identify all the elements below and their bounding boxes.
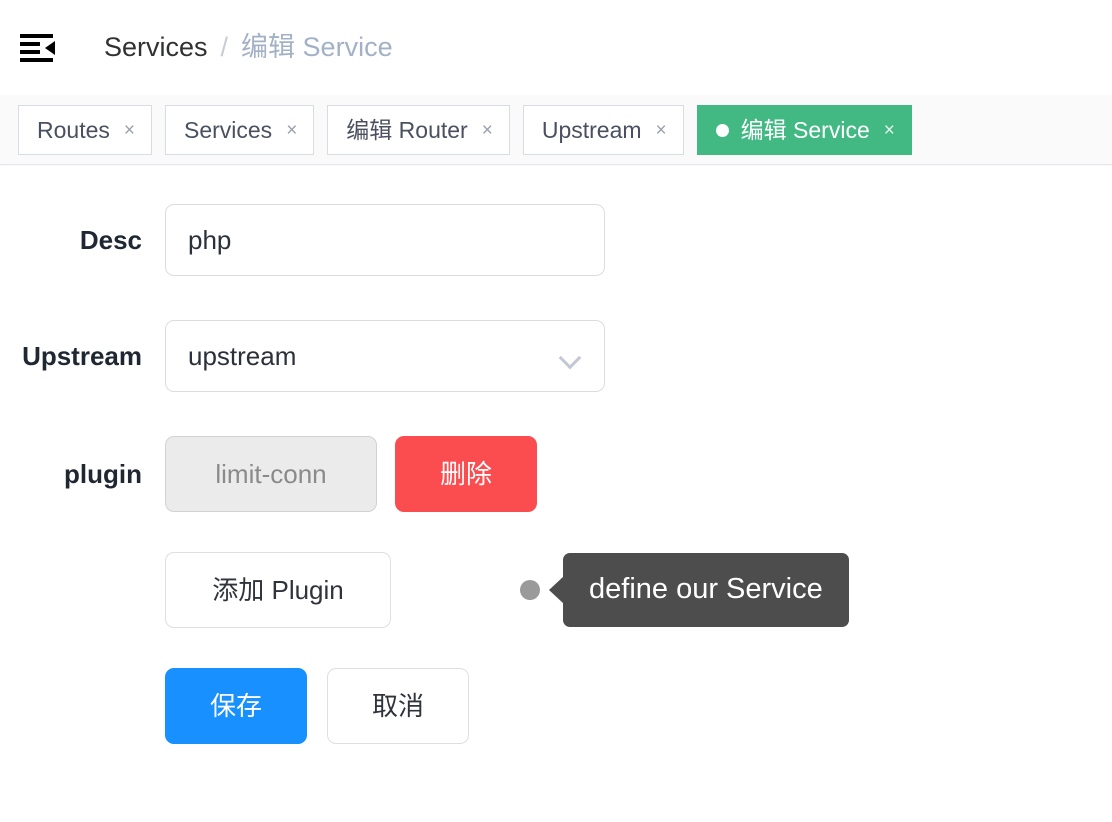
callout-arrow-icon (549, 576, 564, 604)
callout-anchor-dot-icon (520, 580, 540, 600)
close-icon[interactable]: × (884, 121, 895, 140)
tab-services[interactable]: Services × (164, 105, 315, 155)
callout-tooltip: define our Service (520, 552, 849, 628)
tab-label: Routes (37, 116, 110, 143)
plugin-label: plugin (64, 459, 142, 489)
form-row-desc: Desc (0, 204, 605, 276)
callout-text: define our Service (563, 553, 849, 627)
menu-fold-bar (20, 41, 40, 46)
menu-fold-arrow (45, 40, 55, 55)
form-row-plugin: plugin limit-conn 删除 (0, 436, 537, 512)
menu-fold-bar (20, 49, 40, 54)
upstream-selected-value: upstream (188, 341, 297, 371)
active-tab-dot-icon (715, 123, 729, 137)
breadcrumb-item-services[interactable]: Services (104, 34, 208, 61)
menu-fold-bar (20, 57, 53, 62)
tab-label: 编辑 Service (740, 116, 870, 143)
plugin-name-button[interactable]: limit-conn (165, 436, 377, 512)
tab-strip: Routes × Services × 编辑 Router × Upstream… (0, 95, 1112, 165)
form-row-actions: 保存 取消 (0, 668, 469, 744)
tab-label: Services (183, 116, 273, 143)
chevron-down-icon (560, 350, 582, 362)
tab-routes[interactable]: Routes × (18, 105, 152, 155)
upstream-label: Upstream (22, 341, 142, 371)
add-plugin-button[interactable]: 添加 Plugin (165, 552, 391, 628)
close-icon[interactable]: × (656, 121, 667, 140)
tab-list: Routes × Services × 编辑 Router × Upstream… (18, 105, 925, 155)
tab-label: 编辑 Router (346, 116, 468, 143)
tab-edit-router[interactable]: 编辑 Router × (327, 105, 510, 155)
form-row-add-plugin: 添加 Plugin (0, 552, 391, 628)
breadcrumb-item-current: 编辑 Service (241, 32, 393, 62)
close-icon[interactable]: × (124, 121, 135, 140)
desc-label: Desc (79, 225, 142, 255)
tab-upstream[interactable]: Upstream × (522, 105, 684, 155)
desc-input[interactable] (165, 204, 605, 276)
form-row-upstream: Upstream upstream (0, 320, 605, 392)
service-edit-form: Desc Upstream upstream plugin limit-conn… (0, 166, 1112, 822)
breadcrumb: Services / 编辑 Service (104, 34, 393, 61)
page-header: Services / 编辑 Service (0, 0, 1112, 95)
menu-fold-bar (20, 33, 53, 38)
close-icon[interactable]: × (286, 121, 297, 140)
upstream-select[interactable]: upstream (165, 320, 605, 392)
tab-label: Upstream (541, 116, 642, 143)
breadcrumb-separator: / (220, 32, 229, 62)
delete-plugin-button[interactable]: 删除 (395, 436, 537, 512)
tab-edit-service[interactable]: 编辑 Service × (696, 105, 912, 155)
close-icon[interactable]: × (482, 121, 493, 140)
app-root: Services / 编辑 Service Routes × Services … (0, 0, 1112, 822)
menu-fold-icon[interactable] (20, 30, 56, 66)
cancel-button[interactable]: 取消 (327, 668, 469, 744)
save-button[interactable]: 保存 (165, 668, 307, 744)
